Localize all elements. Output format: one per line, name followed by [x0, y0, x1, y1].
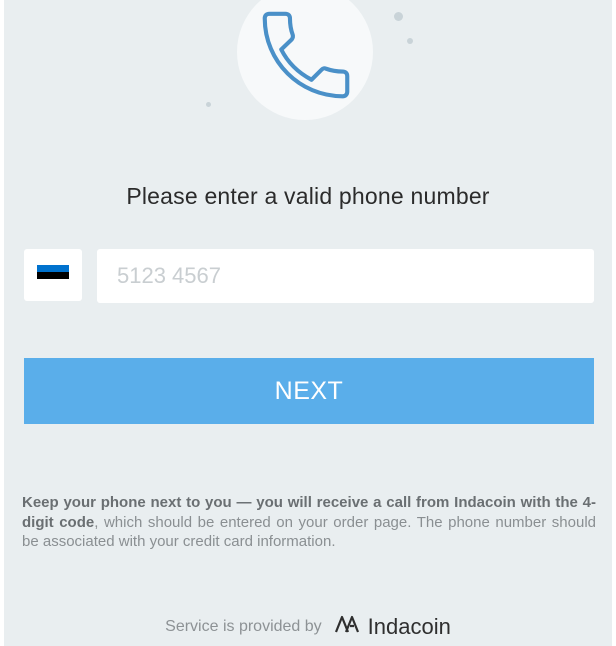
- brand-name: Indacoin: [367, 614, 451, 639]
- indacoin-logo-icon: [334, 614, 362, 640]
- provided-by-label: Service is provided by: [165, 618, 322, 635]
- footer: Service is provided by Indacoin: [4, 614, 612, 640]
- decorative-dot: [407, 38, 413, 44]
- country-selector[interactable]: [24, 249, 82, 301]
- info-text: Keep your phone next to you — you will r…: [22, 493, 596, 552]
- next-button[interactable]: NEXT: [24, 358, 594, 424]
- decorative-dot: [394, 12, 403, 21]
- phone-icon-circle: [237, 0, 373, 120]
- phone-number-input[interactable]: [97, 249, 594, 303]
- indacoin-brand-link[interactable]: Indacoin: [334, 614, 451, 640]
- page-title: Please enter a valid phone number: [126, 183, 490, 209]
- estonia-flag-icon: [37, 264, 69, 286]
- phone-verification-panel: Please enter a valid phone number NEXT K…: [4, 0, 612, 646]
- info-regular-text: , which should be entered on your order …: [22, 513, 596, 551]
- decorative-dot: [206, 102, 211, 107]
